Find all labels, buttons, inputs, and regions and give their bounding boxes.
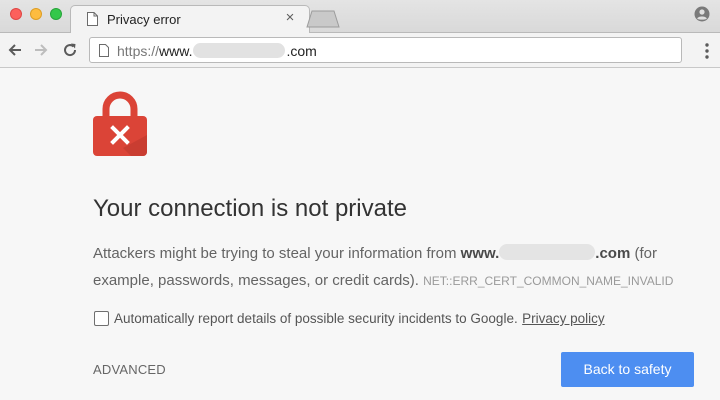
- error-code[interactable]: NET::ERR_CERT_COMMON_NAME_INVALID: [423, 274, 673, 288]
- page-title: Your connection is not private: [93, 195, 407, 222]
- redacted-domain: [193, 43, 286, 58]
- advanced-button[interactable]: ADVANCED: [93, 362, 166, 377]
- close-window-button[interactable]: [10, 8, 22, 20]
- vertical-dots-menu-icon[interactable]: [704, 42, 710, 60]
- page-icon: [99, 44, 109, 57]
- report-checkbox[interactable]: [94, 311, 109, 326]
- zoom-window-button[interactable]: [50, 8, 62, 20]
- profile-icon[interactable]: [694, 6, 710, 22]
- url-text[interactable]: https://www. .com: [117, 43, 317, 59]
- domain-prefix: www.: [460, 245, 500, 262]
- back-arrow-icon[interactable]: [6, 41, 24, 59]
- privacy-policy-link[interactable]: Privacy policy: [522, 311, 605, 326]
- address-bar[interactable]: https://www. .com: [89, 37, 682, 63]
- warning-description: Attackers might be trying to steal your …: [93, 240, 703, 295]
- new-tab-button[interactable]: [306, 10, 340, 28]
- back-to-safety-button[interactable]: Back to safety: [561, 352, 694, 387]
- url-host-prefix: www.: [159, 43, 193, 59]
- report-row: Automatically report details of possible…: [94, 310, 605, 328]
- tab-strip: Privacy error ×: [0, 0, 720, 34]
- reload-icon[interactable]: [61, 41, 79, 59]
- tab-title: Privacy error: [107, 12, 181, 27]
- warning-text-start: Attackers might be trying to steal your …: [93, 245, 461, 262]
- redacted-domain: [499, 244, 596, 260]
- report-checkbox-label[interactable]: Automatically report details of possible…: [114, 311, 518, 326]
- tab-privacy-error[interactable]: Privacy error ×: [70, 5, 310, 34]
- tab-close-icon[interactable]: ×: [283, 10, 297, 25]
- minimize-window-button[interactable]: [30, 8, 42, 20]
- domain-suffix: .com: [595, 245, 631, 262]
- url-host-suffix: .com: [286, 43, 317, 59]
- page-icon: [87, 12, 98, 26]
- browser-toolbar: https://www. .com: [0, 33, 720, 68]
- url-scheme: https://: [117, 43, 160, 59]
- forward-arrow-icon[interactable]: [32, 41, 50, 59]
- broken-lock-icon: [93, 91, 147, 156]
